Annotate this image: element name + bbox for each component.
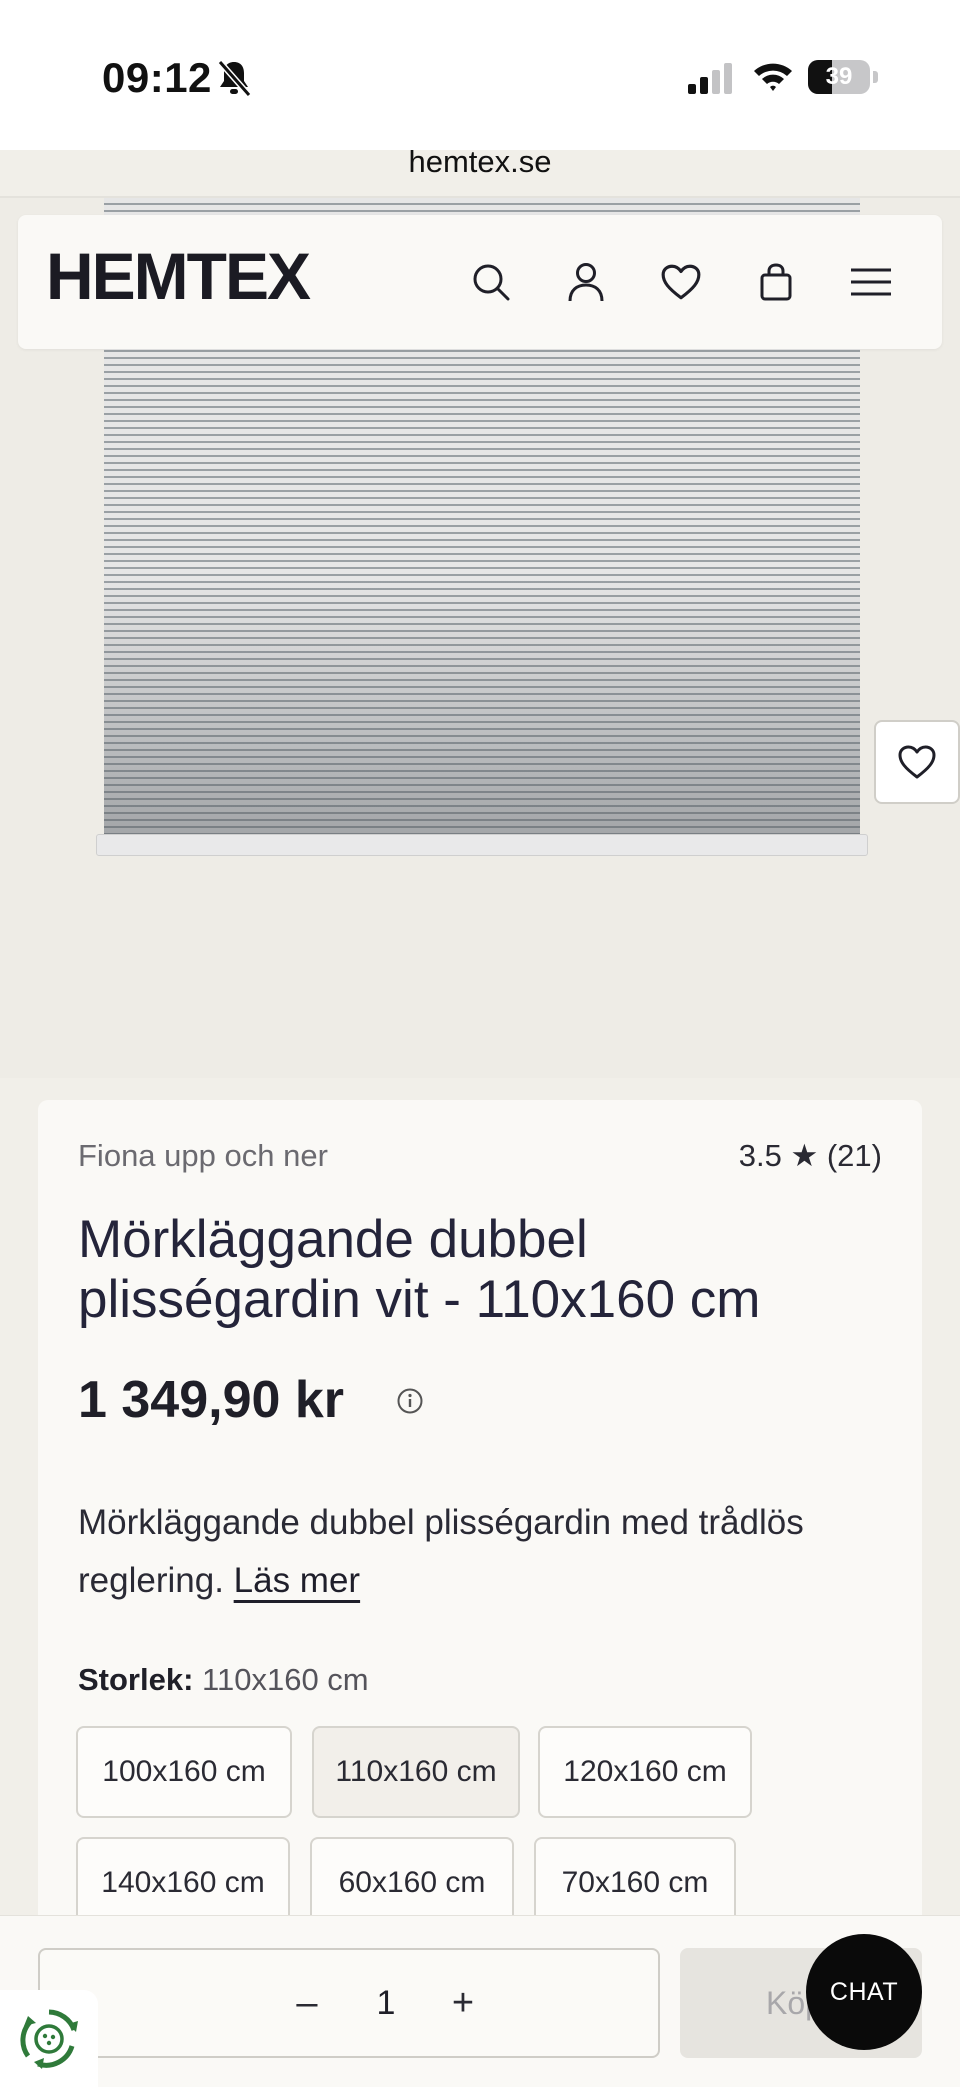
account-button[interactable] xyxy=(559,255,613,309)
search-icon xyxy=(473,264,510,301)
site-header: HEMTEX xyxy=(18,215,942,349)
heart-icon xyxy=(898,745,936,779)
bell-off-icon xyxy=(217,60,252,97)
address-bar-url[interactable]: hemtex.se xyxy=(0,144,960,180)
decrease-quantity-button[interactable]: – xyxy=(272,1968,342,2038)
product-price: 1 349,90 kr xyxy=(78,1371,345,1429)
menu-button[interactable] xyxy=(844,255,898,309)
product-description: Mörkläggande dubbel plisségardin med trå… xyxy=(78,1494,898,1610)
battery-percent: 39 xyxy=(825,63,853,90)
size-option-selected[interactable]: 110x160 cm xyxy=(312,1726,520,1818)
battery-indicator: 39 xyxy=(808,60,878,94)
chat-button[interactable]: CHAT xyxy=(806,1934,922,2050)
wifi-icon xyxy=(754,63,792,91)
wishlist-button[interactable] xyxy=(654,255,708,309)
info-icon[interactable] xyxy=(396,1387,424,1415)
product-brand[interactable]: Fiona upp och ner xyxy=(78,1138,328,1174)
blind-bottom-rail xyxy=(96,834,868,856)
size-option[interactable]: 120x160 cm xyxy=(538,1726,752,1818)
size-label-text: Storlek: xyxy=(78,1662,194,1697)
increase-quantity-button[interactable]: + xyxy=(428,1968,498,2038)
shopping-bag-icon xyxy=(760,263,792,301)
heart-icon xyxy=(661,264,701,300)
product-rating[interactable]: 3.5 ★ (21) xyxy=(739,1138,882,1174)
recycle-badge[interactable] xyxy=(0,1990,98,2087)
size-label: Storlek: 110x160 cm xyxy=(78,1662,369,1698)
product-title: Mörkläggande dubbel plisségardin vit - 1… xyxy=(78,1210,761,1329)
add-to-wishlist-button[interactable] xyxy=(874,720,960,804)
read-more-link[interactable]: Läs mer xyxy=(234,1561,360,1600)
blind-shading xyxy=(104,578,860,838)
hemtex-logo[interactable]: HEMTEX xyxy=(46,243,311,309)
cart-button[interactable] xyxy=(749,255,803,309)
status-bar: 09:12 39 hemtex.se xyxy=(0,0,960,179)
quantity-stepper: – 1 + xyxy=(38,1948,660,2058)
description-text: Mörkläggande dubbel plisségardin med trå… xyxy=(78,1503,804,1600)
cellular-signal-icon xyxy=(688,63,732,94)
account-icon xyxy=(568,263,604,302)
hamburger-menu-icon xyxy=(851,268,891,296)
selected-size-value: 110x160 cm xyxy=(202,1662,369,1697)
size-option[interactable]: 100x160 cm xyxy=(76,1726,292,1818)
quantity-value[interactable]: 1 xyxy=(356,1968,416,2038)
status-time: 09:12 xyxy=(102,54,212,101)
recycle-icon xyxy=(20,2009,78,2069)
search-button[interactable] xyxy=(464,255,518,309)
